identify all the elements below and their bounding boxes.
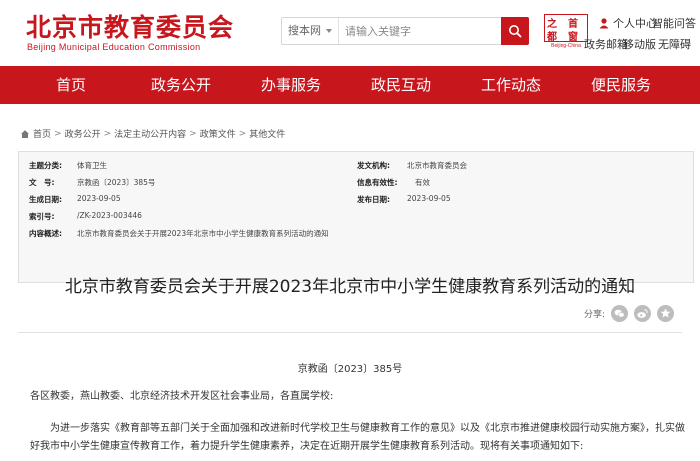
weibo-share-button[interactable] bbox=[634, 305, 652, 322]
page-content: 首页 > 政务公开 > 法定主动公开内容 > 政策文件 > 其他文件 主题分类:… bbox=[0, 104, 700, 461]
info-value: 体育卫生 bbox=[77, 161, 107, 170]
nav-item-home[interactable]: 首页 bbox=[16, 66, 126, 104]
info-published: 发布日期: 2023-09-05 bbox=[357, 194, 451, 205]
chevron-down-icon bbox=[326, 29, 332, 33]
info-docno: 文 号: 京教函〔2023〕385号 bbox=[29, 177, 155, 188]
breadcrumb-item-gov-open[interactable]: 政务公开 bbox=[65, 127, 101, 140]
info-label: 文 号: bbox=[29, 178, 55, 187]
search-button[interactable] bbox=[501, 17, 529, 45]
breadcrumb-separator: > bbox=[189, 128, 197, 139]
wechat-share-button[interactable] bbox=[611, 305, 629, 322]
breadcrumb-item-policy[interactable]: 政策文件 bbox=[200, 127, 236, 140]
info-label: 发布日期: bbox=[357, 195, 390, 204]
info-value: 2023-09-05 bbox=[77, 194, 121, 203]
breadcrumb-separator: > bbox=[238, 128, 247, 139]
info-value: 北京市教育委员会关于开展2023年北京市中小学生健康教育系列活动的通知 bbox=[77, 229, 329, 238]
site-logo-cn[interactable]: 北京市教育委员会 bbox=[26, 8, 234, 44]
breadcrumb-separator: > bbox=[54, 128, 62, 139]
capital-logo-sub: Beijing-China bbox=[551, 43, 581, 49]
share-label: 分享: bbox=[584, 310, 606, 320]
main-nav: 首页 政务公开 办事服务 政民互动 工作动态 便民服务 bbox=[0, 66, 700, 104]
info-value: 北京市教育委员会 bbox=[407, 161, 467, 170]
info-summary: 内容概述: 北京市教育委员会关于开展2023年北京市中小学生健康教育系列活动的通… bbox=[29, 228, 329, 239]
star-icon bbox=[660, 308, 671, 318]
search-input[interactable] bbox=[340, 18, 500, 44]
breadcrumb-item-other[interactable]: 其他文件 bbox=[249, 127, 285, 140]
document-info-box: 主题分类: 体育卫生 发文机构: 北京市教育委员会 文 号: 京教函〔2023〕… bbox=[18, 151, 694, 283]
share-bar: 分享: bbox=[584, 305, 675, 322]
info-publisher: 发文机构: 北京市教育委员会 bbox=[357, 160, 467, 171]
search-box: 搜本网 bbox=[281, 17, 529, 45]
nav-item-convenience[interactable]: 便民服务 bbox=[566, 66, 676, 104]
breadcrumb: 首页 > 政务公开 > 法定主动公开内容 > 政策文件 > 其他文件 bbox=[20, 127, 285, 140]
info-status: 信息有效性: 有效 bbox=[357, 177, 430, 188]
nav-item-gov-open[interactable]: 政务公开 bbox=[126, 66, 236, 104]
article-body-line: 好我市中小学生健康宣传教育工作，着力提升学生健康素养，决定在近期开展学生健康教育… bbox=[30, 441, 584, 452]
gov-mail-label: 政务邮箱 bbox=[584, 38, 628, 51]
info-label: 生成日期: bbox=[29, 195, 62, 204]
search-scope-select[interactable]: 搜本网 bbox=[282, 18, 339, 44]
search-icon bbox=[509, 25, 522, 38]
info-created: 生成日期: 2023-09-05 bbox=[29, 194, 121, 205]
home-icon bbox=[21, 129, 29, 138]
qzone-share-button[interactable] bbox=[657, 305, 675, 322]
capital-logo-char: 都 bbox=[547, 32, 557, 43]
nav-item-interaction[interactable]: 政民互动 bbox=[346, 66, 456, 104]
weibo-icon bbox=[637, 309, 648, 318]
breadcrumb-item-home[interactable]: 首页 bbox=[33, 127, 51, 140]
article-body-line: 为进一步落实《教育部等五部门关于全面加强和改进新时代学校卫生与健康教育工作的意见… bbox=[50, 423, 685, 434]
accessibility-link[interactable]: 无障碍 bbox=[658, 36, 691, 52]
wechat-icon bbox=[614, 309, 625, 318]
info-label: 索引号: bbox=[29, 212, 55, 221]
info-topic: 主题分类: 体育卫生 bbox=[29, 160, 107, 171]
site-logo-en: Beijing Municipal Education Commission bbox=[27, 42, 201, 52]
capital-logo-char: 窗 bbox=[568, 32, 578, 43]
accessibility-label: 无障碍 bbox=[658, 38, 691, 51]
info-label: 主题分类: bbox=[29, 161, 62, 170]
mobile-version-link[interactable]: 移动版 bbox=[623, 36, 656, 52]
info-label: 发文机构: bbox=[357, 161, 390, 170]
smart-qa-link[interactable]: 智能问答 bbox=[652, 15, 696, 31]
user-icon bbox=[599, 18, 609, 29]
breadcrumb-item-statutory[interactable]: 法定主动公开内容 bbox=[114, 127, 186, 140]
site-header: 北京市教育委员会 Beijing Municipal Education Com… bbox=[0, 0, 700, 66]
info-value: 京教函〔2023〕385号 bbox=[77, 178, 156, 187]
info-label: 内容概述: bbox=[29, 229, 62, 238]
nav-item-services[interactable]: 办事服务 bbox=[236, 66, 346, 104]
info-value: 2023-09-05 bbox=[407, 194, 451, 203]
personal-center-label: 个人中心 bbox=[613, 17, 657, 30]
gov-mail-link[interactable]: 政务邮箱 bbox=[584, 36, 628, 52]
title-divider bbox=[18, 332, 682, 333]
article-salutation: 各区教委，燕山教委、北京经济技术开发区社会事业局，各直属学校: bbox=[30, 391, 334, 402]
personal-center-link[interactable]: 个人中心 bbox=[598, 15, 657, 31]
info-index: 索引号: /ZK-2023-003446 bbox=[29, 211, 142, 222]
breadcrumb-separator: > bbox=[103, 128, 112, 139]
info-label: 信息有效性: bbox=[357, 178, 398, 187]
smart-qa-label: 智能问答 bbox=[652, 17, 696, 30]
article-title: 北京市教育委员会关于开展2023年北京市中小学生健康教育系列活动的通知 bbox=[64, 277, 636, 297]
info-value: /ZK-2023-003446 bbox=[77, 211, 142, 220]
nav-item-work-news[interactable]: 工作动态 bbox=[456, 66, 566, 104]
info-value: 有效 bbox=[415, 178, 430, 187]
search-scope-label: 搜本网 bbox=[288, 24, 321, 37]
capital-window-logo[interactable]: 之 首 都 窗 Beijing-China bbox=[544, 14, 588, 49]
mobile-version-label: 移动版 bbox=[623, 38, 656, 51]
article-doc-number: 京教函〔2023〕385号 bbox=[297, 364, 403, 375]
